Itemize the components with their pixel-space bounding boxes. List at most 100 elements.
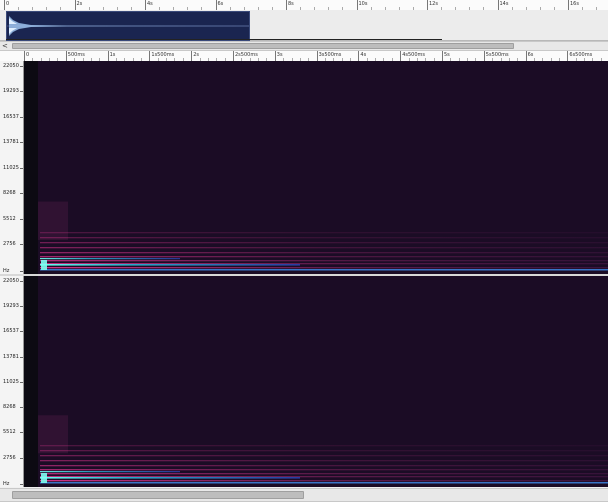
main-ruler-label: 6s: [527, 52, 534, 58]
harmonic-band: [40, 260, 608, 262]
main-ruler-label: 4s500ms: [402, 52, 425, 58]
frequency-axis-label: 8268: [3, 190, 16, 197]
frequency-axis-tick: [20, 306, 23, 308]
channel-1-frequency-axis: 22050 19293 16537 13781 11025 8268 5512 2756 Hz: [0, 61, 24, 274]
frequency-axis-tick: [20, 193, 23, 195]
onset-noise: [38, 201, 68, 240]
main-ruler-tick: [400, 51, 402, 61]
harmonic-band: [40, 465, 608, 467]
main-ruler-label: 3s: [276, 52, 283, 58]
main-ruler-label: 0: [26, 52, 30, 58]
harmonic-band: [40, 242, 608, 244]
overview-progress-line: [6, 39, 442, 40]
overview-waveform: [7, 12, 249, 40]
overview-ruler-tick: [4, 0, 5, 10]
harmonic-band: [40, 480, 608, 482]
fundamental-band: [40, 264, 300, 266]
overview-ruler-tick: [215, 0, 217, 10]
main-ruler-tick: [107, 51, 109, 61]
frequency-axis-tick: [20, 331, 23, 333]
main-ruler-label: 3s500ms: [318, 52, 342, 58]
overview-ruler-label: 12s: [429, 1, 438, 7]
frequency-axis-tick: [20, 407, 23, 409]
frequency-axis-tick: [20, 484, 23, 485]
frequency-axis-label: 5512: [3, 215, 16, 222]
frequency-axis-label: 5512: [3, 429, 16, 436]
frequency-axis-tick: [20, 432, 23, 434]
overview-ruler-tick: [145, 0, 146, 10]
main-ruler-tick: [65, 51, 67, 61]
overview-scrollbar[interactable]: <: [0, 41, 608, 51]
main-ruler-label: 2s: [193, 52, 199, 58]
harmonic-band: [40, 247, 608, 249]
onset-spot: [41, 260, 47, 270]
main-ruler-label: 6s500ms: [569, 52, 593, 58]
low-frequency-band: [40, 269, 608, 271]
low-frequency-band: [40, 482, 608, 484]
frequency-axis-label: Hz: [3, 481, 10, 487]
overview-ruler-tick: [356, 0, 358, 10]
frequency-axis-label: 22050: [3, 63, 19, 69]
overview-waveform-area[interactable]: [0, 10, 608, 41]
overview-scroll-thumb[interactable]: [12, 43, 514, 49]
main-ruler-tick: [24, 51, 25, 61]
frequency-axis-tick: [20, 244, 23, 246]
spectrogram-pre-onset: [24, 61, 38, 274]
overview-ruler-label: 14s: [499, 1, 509, 7]
frequency-axis-label: 8268: [3, 404, 16, 411]
spectrogram-image: [24, 61, 608, 274]
harmonic-band: [40, 252, 608, 254]
channel-1-spectrogram[interactable]: [24, 61, 608, 274]
overview-ruler-label: 2s: [76, 1, 83, 7]
harmonic-band: [40, 237, 608, 239]
harmonic-band: [40, 450, 608, 452]
main-ruler-label: 2s500ms: [235, 52, 258, 58]
spectrogram-pre-onset: [24, 276, 38, 487]
frequency-axis-tick: [20, 457, 23, 459]
fundamental-band: [40, 258, 180, 260]
frequency-axis-tick: [20, 167, 23, 169]
overview-ruler-label: 0: [6, 1, 10, 7]
frequency-axis-label: 22050: [3, 278, 19, 284]
main-ruler-tick: [525, 51, 527, 61]
harmonic-band: [40, 445, 608, 447]
overview-ruler-tick: [74, 0, 76, 10]
overview-ruler-tick: [568, 0, 569, 10]
main-ruler-tick: [442, 51, 443, 61]
main-ruler-label: 5s500ms: [485, 52, 509, 58]
overview-ruler-tick: [286, 0, 287, 10]
scroll-left-arrow-icon[interactable]: <: [2, 42, 8, 50]
frequency-axis-tick: [20, 281, 23, 282]
frequency-axis-label: 19293: [3, 88, 19, 95]
frequency-axis-tick: [20, 116, 23, 118]
frequency-axis-tick: [20, 66, 23, 67]
frequency-axis-tick: [20, 91, 23, 93]
frequency-axis-label: 11025: [3, 164, 19, 171]
overview-ruler-label: 16s: [570, 1, 579, 7]
main-scroll-thumb[interactable]: [12, 491, 304, 499]
frequency-axis-label: 19293: [3, 303, 19, 310]
frequency-axis-tick: [20, 381, 23, 383]
overview-ruler-tick: [497, 0, 499, 10]
channel-2-spectrogram[interactable]: [24, 276, 608, 487]
harmonic-band: [40, 473, 608, 475]
channel-2-frequency-axis: 22050 19293 16537 13781 11025 8268 5512 2756 Hz: [0, 276, 24, 487]
overview-ruler-label: 10s: [358, 1, 368, 7]
frequency-axis-tick: [20, 142, 23, 144]
main-ruler-tick: [191, 51, 193, 61]
main-ruler-label: 5s: [444, 52, 450, 58]
frequency-axis-label: 16537: [3, 113, 19, 120]
harmonic-band: [40, 232, 608, 234]
frequency-axis-label: 13781: [3, 353, 19, 360]
frequency-axis-label: 2756: [3, 241, 16, 248]
main-ruler-tick: [149, 51, 151, 61]
fundamental-band: [40, 471, 180, 473]
fundamental-band: [40, 477, 300, 479]
frequency-axis-label: 16537: [3, 328, 19, 335]
frequency-axis-label: 11025: [3, 378, 19, 385]
main-ruler-tick: [567, 51, 569, 61]
frequency-axis-tick: [20, 218, 23, 220]
onset-spot: [41, 473, 47, 483]
harmonic-band: [40, 455, 608, 457]
overview-selection[interactable]: [6, 11, 250, 41]
